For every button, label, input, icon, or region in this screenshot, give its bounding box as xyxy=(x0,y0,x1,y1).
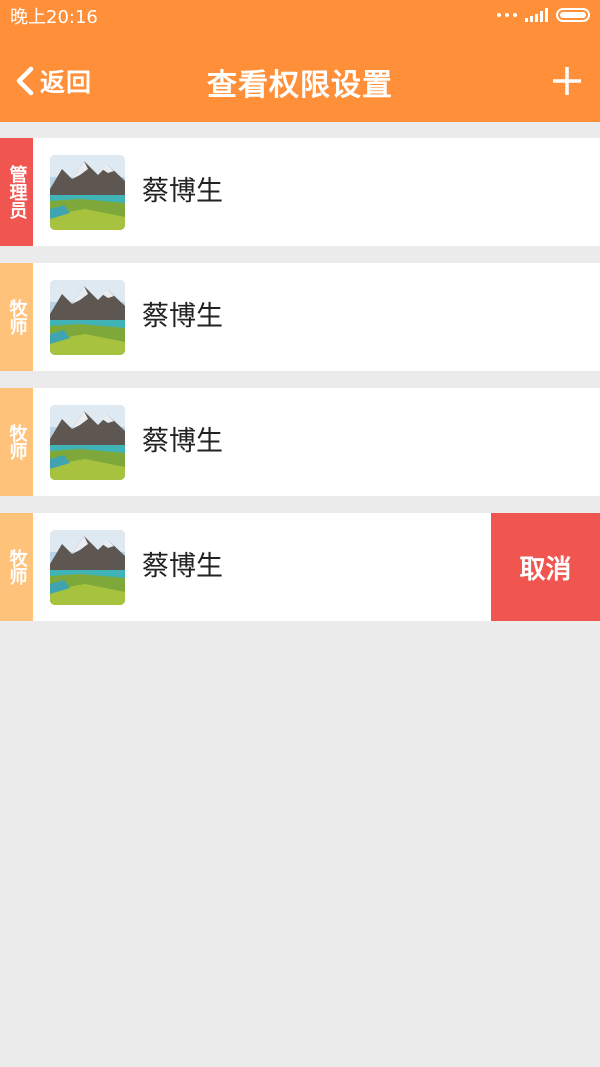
status-time: 晚上20:16 xyxy=(10,7,98,28)
status-icons xyxy=(497,8,590,22)
battery-icon xyxy=(556,8,590,22)
plus-icon[interactable] xyxy=(552,66,582,96)
status-bar: 晚上20:16 xyxy=(0,0,600,36)
cancel-button[interactable]: 取消 xyxy=(491,513,600,621)
user-name: 蔡博生 xyxy=(142,426,223,457)
role-badge-pastor: 牧师 xyxy=(0,513,33,621)
avatar xyxy=(50,280,125,355)
role-badge-pastor: 牧师 xyxy=(0,263,33,371)
user-name: 蔡博生 xyxy=(142,551,223,582)
role-badge-pastor: 牧师 xyxy=(0,388,33,496)
avatar xyxy=(50,530,125,605)
list-item[interactable]: 牧师 蔡博生 取消 xyxy=(0,513,600,621)
signal-icon xyxy=(525,8,548,22)
role-badge-admin: 管理员 xyxy=(0,138,33,246)
user-name: 蔡博生 xyxy=(142,301,223,332)
list-item[interactable]: 牧师 蔡博生 xyxy=(0,263,600,371)
list-item[interactable]: 牧师 蔡博生 xyxy=(0,388,600,496)
avatar xyxy=(50,155,125,230)
app-header: 晚上20:16 返回 查看权限设置 xyxy=(0,0,600,122)
permission-list: 管理员 蔡博生 牧师 蔡博生 牧师 蔡博生 牧师 蔡博生 取消 xyxy=(0,138,600,638)
avatar xyxy=(50,405,125,480)
page-title: 查看权限设置 xyxy=(207,68,393,103)
nav-bar: 返回 查看权限设置 xyxy=(0,36,600,122)
user-name: 蔡博生 xyxy=(142,176,223,207)
list-item[interactable]: 管理员 蔡博生 xyxy=(0,138,600,246)
more-dots-icon xyxy=(497,13,517,17)
